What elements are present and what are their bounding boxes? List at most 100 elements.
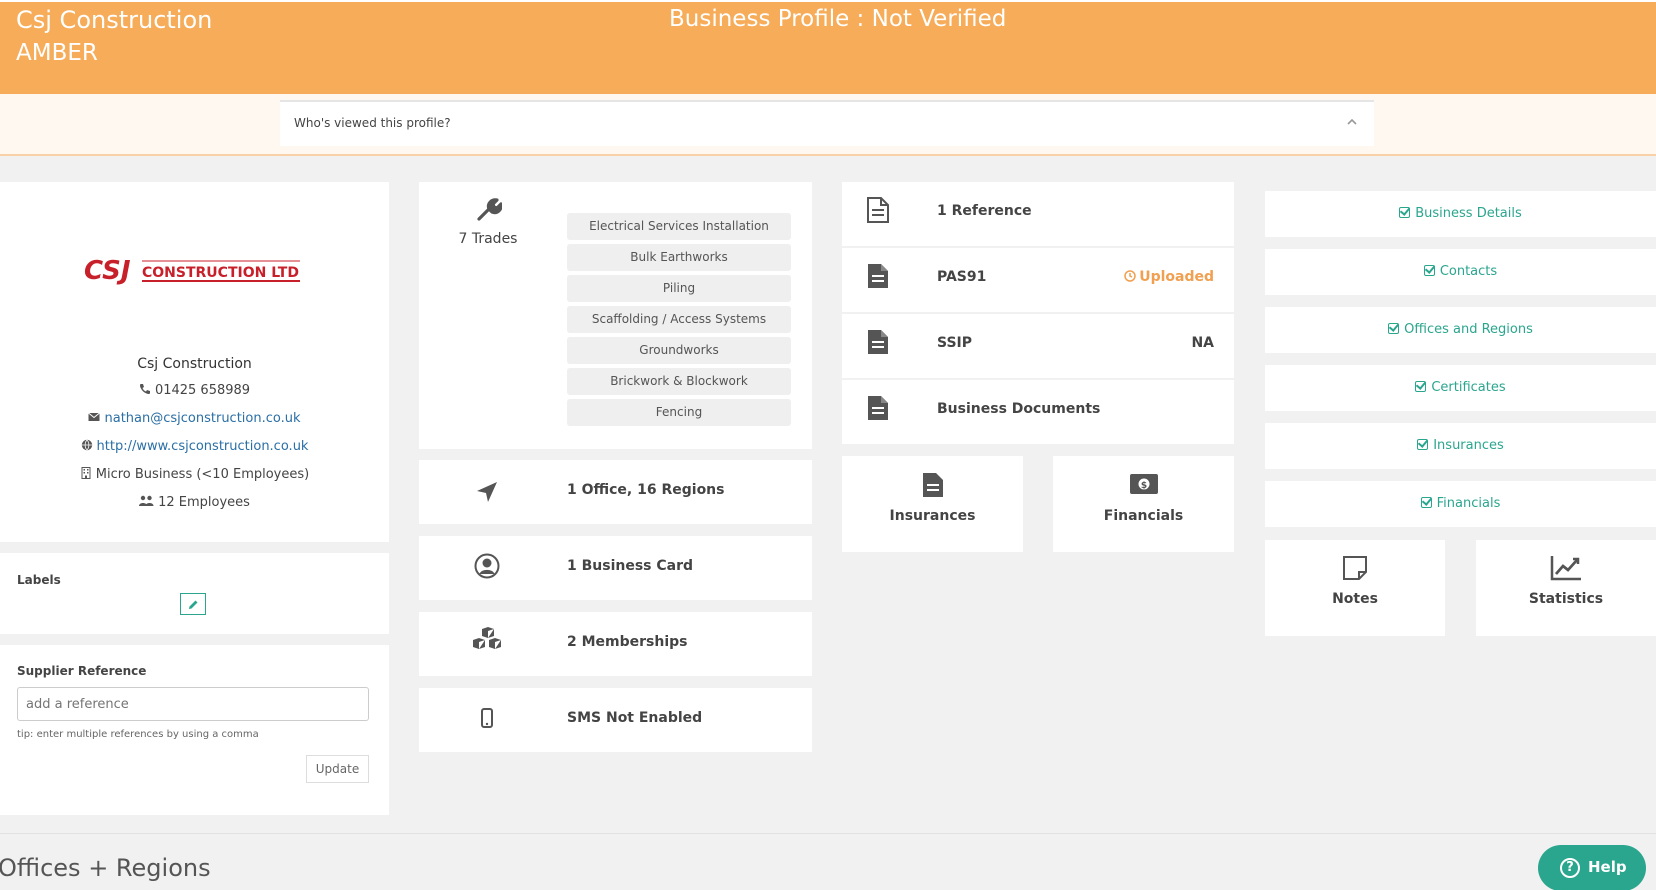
check-square-icon xyxy=(1420,497,1432,508)
trade-tag: Groundworks xyxy=(567,337,791,364)
ssip-row[interactable]: SSIP NA xyxy=(842,314,1234,378)
viewed-profile-toggle[interactable]: Who's viewed this profile? xyxy=(280,100,1374,146)
document-outline-icon xyxy=(867,197,889,223)
offices-regions-label: 1 Office, 16 Regions xyxy=(567,482,725,498)
ssip-status: NA xyxy=(1191,335,1214,351)
help-button[interactable]: ? Help xyxy=(1538,845,1646,890)
insurances-label: Insurances xyxy=(889,508,976,524)
pencil-icon xyxy=(189,600,198,609)
sms-card[interactable]: SMS Not Enabled xyxy=(419,688,812,752)
viewed-profile-label: Who's viewed this profile? xyxy=(294,116,451,130)
trade-tag: Piling xyxy=(567,275,791,302)
financials-tile[interactable]: $ Financials xyxy=(1053,456,1234,552)
business-documents-row[interactable]: Business Documents xyxy=(842,380,1234,444)
trade-tag: Scaffolding / Access Systems xyxy=(567,306,791,333)
check-square-icon xyxy=(1417,439,1429,450)
svg-text:CONSTRUCTION LTD: CONSTRUCTION LTD xyxy=(142,265,299,281)
sticky-note-icon xyxy=(1343,556,1367,580)
labels-title: Labels xyxy=(17,573,61,587)
check-square-icon xyxy=(1415,381,1427,392)
document-icon xyxy=(868,264,888,288)
statistics-label: Statistics xyxy=(1528,591,1604,607)
mobile-phone-icon xyxy=(481,708,493,728)
certificates-link[interactable]: Certificates xyxy=(1265,365,1656,411)
website-link[interactable]: http://www.csjconstruction.co.uk xyxy=(97,439,309,454)
clock-icon xyxy=(1124,270,1136,282)
supplier-reference-input[interactable] xyxy=(17,687,369,721)
offices-regions-link[interactable]: Offices and Regions xyxy=(1265,307,1656,353)
reference-row[interactable]: 1 Reference xyxy=(842,182,1234,246)
trade-tag: Bulk Earthworks xyxy=(567,244,791,271)
company-logo: CSJ CONSTRUCTION LTD xyxy=(84,256,300,286)
profile-card: CSJ CONSTRUCTION LTD Csj Construction 01… xyxy=(0,182,389,542)
document-icon xyxy=(868,396,888,420)
checklist-label: Contacts xyxy=(1439,264,1498,279)
ssip-label: SSIP xyxy=(937,335,973,351)
document-icon xyxy=(923,473,943,497)
sms-label: SMS Not Enabled xyxy=(567,710,703,726)
phone-icon xyxy=(139,384,150,394)
question-circle-icon: ? xyxy=(1560,858,1580,878)
check-square-icon xyxy=(1388,323,1400,334)
cubes-icon xyxy=(473,627,501,649)
offices-regions-card[interactable]: 1 Office, 16 Regions xyxy=(419,460,812,524)
checklist-label: Offices and Regions xyxy=(1404,322,1533,337)
insurances-link[interactable]: Insurances xyxy=(1265,423,1656,469)
profile-company-name: Csj Construction xyxy=(137,356,252,372)
pas91-label: PAS91 xyxy=(937,269,987,285)
business-size-line: Micro Business (<10 Employees) xyxy=(0,467,389,482)
memberships-label: 2 Memberships xyxy=(567,634,688,650)
trade-tag: Electrical Services Installation xyxy=(567,213,791,240)
phone-number: 01425 658989 xyxy=(154,383,251,398)
email-link[interactable]: nathan@csjconstruction.co.uk xyxy=(104,411,300,426)
notes-tile[interactable]: Notes xyxy=(1265,540,1445,636)
wrench-icon xyxy=(477,198,502,221)
check-square-icon xyxy=(1399,207,1411,218)
email-line: nathan@csjconstruction.co.uk xyxy=(0,411,389,426)
checklist-label: Certificates xyxy=(1431,380,1506,395)
business-details-link[interactable]: Business Details xyxy=(1265,191,1656,237)
supplier-reference-tip: tip: enter multiple references by using … xyxy=(17,729,259,740)
reference-label: 1 Reference xyxy=(937,203,1032,219)
labels-card: Labels xyxy=(0,553,389,634)
employees-line: 12 Employees xyxy=(0,495,389,510)
business-card-card[interactable]: 1 Business Card xyxy=(419,536,812,600)
memberships-card[interactable]: 2 Memberships xyxy=(419,612,812,676)
building-icon xyxy=(81,467,91,479)
financials-link[interactable]: Financials xyxy=(1265,481,1656,527)
business-card-label: 1 Business Card xyxy=(567,558,694,574)
location-arrow-icon xyxy=(477,482,497,502)
pas91-row[interactable]: PAS91 Uploaded xyxy=(842,248,1234,312)
insurances-tile[interactable]: Insurances xyxy=(842,456,1023,552)
user-circle-icon xyxy=(474,553,500,579)
business-documents-label: Business Documents xyxy=(937,401,1101,417)
chevron-up-icon[interactable] xyxy=(1346,116,1358,128)
globe-icon xyxy=(81,439,92,451)
edit-labels-button[interactable] xyxy=(180,593,206,615)
pas91-status-text: Uploaded xyxy=(1139,269,1214,285)
status-banner: Csj Construction AMBER Business Profile … xyxy=(0,0,1656,94)
statistics-tile[interactable]: Statistics xyxy=(1476,540,1656,636)
viewed-strip: Who's viewed this profile? xyxy=(0,94,1656,156)
company-name: Csj Construction xyxy=(16,6,213,34)
help-label: Help xyxy=(1588,858,1627,876)
pas91-status: Uploaded xyxy=(1124,269,1214,285)
update-button[interactable]: Update xyxy=(306,755,369,783)
envelope-icon xyxy=(88,412,101,421)
trade-tag: Fencing xyxy=(567,399,791,426)
line-chart-icon xyxy=(1550,556,1581,581)
offices-regions-heading: Offices + Regions xyxy=(0,854,211,882)
supplier-reference-title: Supplier Reference xyxy=(17,664,147,678)
trades-count: 7 Trades xyxy=(458,231,518,247)
contacts-link[interactable]: Contacts xyxy=(1265,249,1656,295)
website-line: http://www.csjconstruction.co.uk xyxy=(0,439,389,454)
svg-text:$: $ xyxy=(1141,481,1147,491)
checklist-label: Financials xyxy=(1436,496,1501,511)
checklist-label: Business Details xyxy=(1415,206,1522,221)
check-square-icon xyxy=(1423,265,1435,276)
users-icon xyxy=(139,495,154,506)
trade-tag: Brickwork & Blockwork xyxy=(567,368,791,395)
supplier-reference-card: Supplier Reference tip: enter multiple r… xyxy=(0,645,389,815)
document-icon xyxy=(868,330,888,354)
phone-line: 01425 658989 xyxy=(0,383,389,398)
